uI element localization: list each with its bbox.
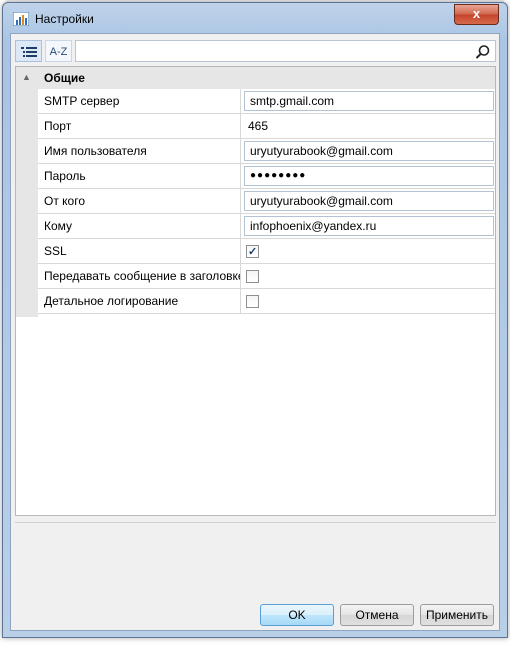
property-row-from[interactable]: От кого uryutyurabook@gmail.com (38, 189, 495, 214)
property-name: Детальное логирование (38, 289, 241, 313)
to-field[interactable]: infophoenix@yandex.ru (244, 216, 494, 236)
property-value-cell[interactable]: ●●●●●●●● (242, 164, 495, 188)
property-name: Кому (38, 214, 241, 238)
window-title: Настройки (35, 12, 94, 26)
property-row-username[interactable]: Имя пользователя uryutyurabook@gmail.com (38, 139, 495, 164)
password-value: ●●●●●●●● (250, 170, 307, 181)
username-field[interactable]: uryutyurabook@gmail.com (244, 141, 494, 161)
detailed-logging-checkbox[interactable] (246, 295, 259, 308)
property-name: Имя пользователя (38, 139, 241, 163)
property-name: Передавать сообщение в заголовке (38, 264, 241, 288)
category-header[interactable]: ▲ Общие (16, 67, 495, 89)
property-name: Порт (38, 114, 241, 138)
close-icon: x (472, 6, 481, 21)
from-field[interactable]: uryutyurabook@gmail.com (244, 191, 494, 211)
smtp-server-value: smtp.gmail.com (250, 94, 335, 108)
property-row-detailed-logging[interactable]: Детальное логирование (38, 289, 495, 314)
username-value: uryutyurabook@gmail.com (250, 144, 393, 158)
property-value-cell[interactable]: infophoenix@yandex.ru (242, 214, 495, 238)
property-value-cell[interactable]: smtp.gmail.com (242, 89, 495, 113)
ssl-checkbox[interactable]: ✓ (246, 245, 259, 258)
message-in-header-checkbox[interactable] (246, 270, 259, 283)
property-value-cell[interactable]: 465 (242, 114, 495, 138)
property-row-password[interactable]: Пароль ●●●●●●●● (38, 164, 495, 189)
property-name: Пароль (38, 164, 241, 188)
from-value: uryutyurabook@gmail.com (250, 194, 393, 208)
checkmark-icon: ✓ (248, 246, 258, 258)
property-value-cell[interactable]: uryutyurabook@gmail.com (242, 139, 495, 163)
property-value-cell[interactable]: ✓ (242, 239, 495, 263)
property-grid-toolbar: A-Z (15, 40, 496, 64)
property-row-port[interactable]: Порт 465 (38, 114, 495, 139)
property-value-cell[interactable]: uryutyurabook@gmail.com (242, 189, 495, 213)
property-grid: ▲ Общие SMTP сервер smtp.gmail.com Порт … (15, 66, 496, 516)
search-input[interactable] (75, 40, 496, 62)
port-value[interactable]: 465 (248, 114, 268, 138)
to-value: infophoenix@yandex.ru (250, 219, 377, 233)
grid-gutter (16, 89, 38, 317)
property-name: От кого (38, 189, 241, 213)
property-value-cell[interactable] (242, 289, 495, 313)
close-button[interactable]: x (454, 4, 499, 25)
property-row-smtp-server[interactable]: SMTP сервер smtp.gmail.com (38, 89, 495, 114)
settings-dialog: Настройки x A-Z ▲ Общие SMTP сервер smtp… (2, 2, 508, 638)
description-pane (15, 522, 496, 603)
property-row-message-in-header[interactable]: Передавать сообщение в заголовке (38, 264, 495, 289)
alphabetical-view-button[interactable]: A-Z (45, 40, 72, 62)
title-bar[interactable]: Настройки x (3, 3, 507, 33)
smtp-server-field[interactable]: smtp.gmail.com (244, 91, 494, 111)
magnifier-icon[interactable] (475, 44, 491, 60)
property-name: SSL (38, 239, 241, 263)
category-label: Общие (44, 71, 85, 85)
collapse-arrow-icon[interactable]: ▲ (22, 72, 31, 82)
categorized-view-button[interactable] (15, 40, 42, 62)
chart-app-icon (13, 12, 29, 26)
ok-button[interactable]: OK (260, 604, 334, 626)
cancel-button[interactable]: Отмена (340, 604, 414, 626)
dialog-client-area: A-Z ▲ Общие SMTP сервер smtp.gmail.com П… (10, 33, 500, 631)
property-name: SMTP сервер (38, 89, 241, 113)
property-value-cell[interactable] (242, 264, 495, 288)
apply-button[interactable]: Применить (420, 604, 494, 626)
categorized-list-icon (20, 47, 37, 57)
property-row-ssl[interactable]: SSL ✓ (38, 239, 495, 264)
password-field[interactable]: ●●●●●●●● (244, 166, 494, 186)
property-row-to[interactable]: Кому infophoenix@yandex.ru (38, 214, 495, 239)
